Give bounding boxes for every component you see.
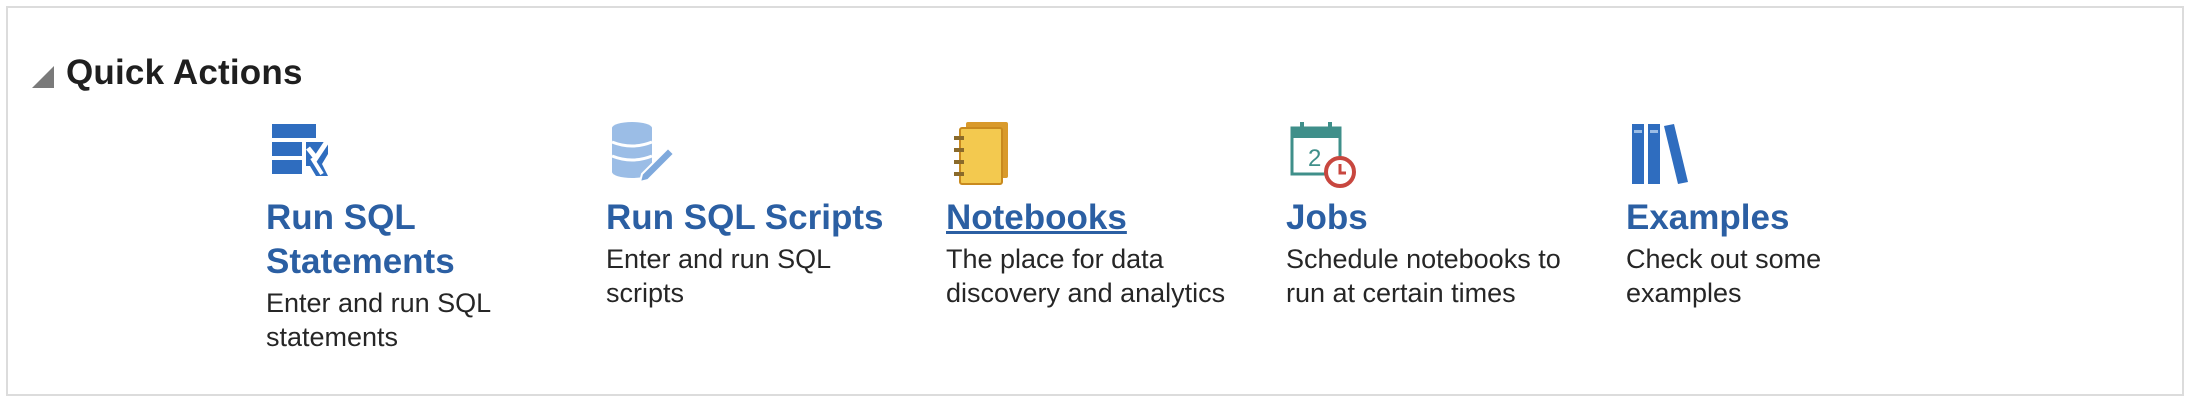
action-description: Enter and run SQL statements (266, 288, 491, 352)
action-description: The place for data discovery and analyti… (946, 244, 1226, 308)
quick-actions-panel: Quick Actions Run SQL Statements Enter a… (6, 6, 2184, 396)
collapse-triangle-icon[interactable] (32, 66, 54, 88)
action-title-link[interactable]: Notebooks (946, 196, 1246, 240)
action-title-link[interactable]: Jobs (1286, 196, 1586, 240)
action-description: Check out some examples (1626, 244, 1822, 308)
action-jobs: 2 Jobs Schedule notebooks to run at cert… (1286, 118, 1586, 310)
notebook-icon[interactable] (946, 118, 1018, 190)
action-run-sql-scripts: Run SQL Scripts Enter and run SQL script… (606, 118, 906, 310)
action-notebooks: Notebooks The place for data discovery a… (946, 118, 1246, 310)
action-description: Enter and run SQL scripts (606, 244, 831, 308)
quick-actions-list: Run SQL Statements Enter and run SQL sta… (8, 118, 2182, 378)
books-icon[interactable] (1626, 118, 1698, 190)
calendar-clock-icon[interactable]: 2 (1286, 118, 1358, 190)
database-edit-icon[interactable] (606, 118, 678, 190)
action-title-link[interactable]: Examples (1626, 196, 1926, 240)
sql-statement-icon[interactable] (266, 118, 338, 190)
action-description: Schedule notebooks to run at certain tim… (1286, 244, 1561, 308)
action-examples: Examples Check out some examples (1626, 118, 1926, 310)
svg-text:2: 2 (1308, 145, 1321, 172)
action-title-link[interactable]: Run SQL Scripts (606, 196, 906, 240)
section-header: Quick Actions (32, 48, 303, 98)
section-title: Quick Actions (66, 53, 303, 92)
action-title-link[interactable]: Run SQL Statements (266, 196, 566, 284)
action-run-sql-statements: Run SQL Statements Enter and run SQL sta… (266, 118, 566, 354)
